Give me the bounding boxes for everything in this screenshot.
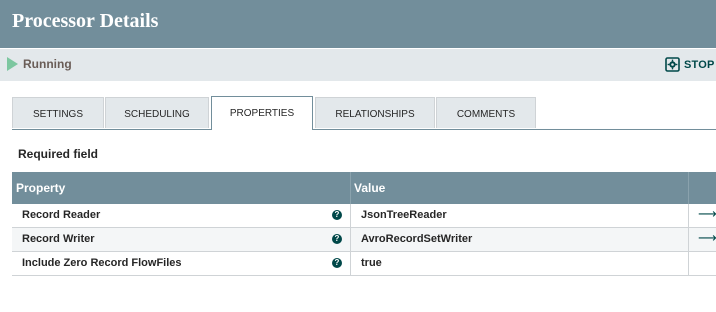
tab-comments[interactable]: COMMENTS (436, 97, 536, 128)
question-circle-icon[interactable]: ? (332, 234, 342, 244)
cell-divider (688, 252, 689, 275)
property-value[interactable]: true (361, 257, 382, 269)
column-divider (688, 172, 689, 204)
processor-details-dialog: Processor Details Running STOP & SETTING… (0, 0, 716, 312)
status-bar: Running (0, 49, 716, 81)
gear-stop-icon (665, 57, 680, 72)
arrow-right-icon[interactable]: ⟶ (698, 230, 716, 246)
property-name: Record Reader (22, 209, 101, 221)
property-name: Record Writer (22, 233, 95, 245)
required-field-label: Required field (18, 147, 99, 161)
tab-underline (12, 129, 716, 130)
question-circle-icon[interactable]: ? (332, 210, 342, 220)
run-status: Running (7, 57, 72, 71)
column-header-property[interactable]: Property (16, 181, 65, 195)
cell-divider (688, 228, 689, 251)
tab-properties[interactable]: PROPERTIES (211, 96, 313, 130)
dialog-header: Processor Details (0, 0, 716, 48)
tab-scheduling[interactable]: SCHEDULING (105, 97, 209, 128)
cell-divider (350, 204, 351, 227)
property-value[interactable]: AvroRecordSetWriter (361, 233, 472, 245)
cell-divider (350, 228, 351, 251)
property-name: Include Zero Record FlowFiles (22, 257, 182, 269)
property-row-record-reader[interactable]: Record Reader ? JsonTreeReader ⟶ (12, 204, 716, 228)
play-icon (7, 57, 18, 71)
cell-divider (688, 204, 689, 227)
dialog-title: Processor Details (12, 10, 159, 32)
property-value[interactable]: JsonTreeReader (361, 209, 447, 221)
property-row-record-writer[interactable]: Record Writer ? AvroRecordSetWriter ⟶ (12, 228, 716, 252)
question-circle-icon[interactable]: ? (332, 258, 342, 268)
tab-relationships[interactable]: RELATIONSHIPS (315, 97, 435, 128)
stop-button[interactable]: STOP & (665, 57, 716, 72)
stop-button-label: STOP & (684, 58, 716, 71)
arrow-right-icon[interactable]: ⟶ (698, 206, 716, 222)
tab-settings[interactable]: SETTINGS (12, 97, 104, 128)
cell-divider (350, 252, 351, 275)
properties-grid-header: Property Value (12, 172, 716, 204)
column-header-value[interactable]: Value (354, 181, 385, 195)
property-row-include-zero-record-flowfiles[interactable]: Include Zero Record FlowFiles ? true (12, 252, 716, 276)
column-divider (350, 172, 351, 204)
run-status-label: Running (23, 57, 72, 71)
